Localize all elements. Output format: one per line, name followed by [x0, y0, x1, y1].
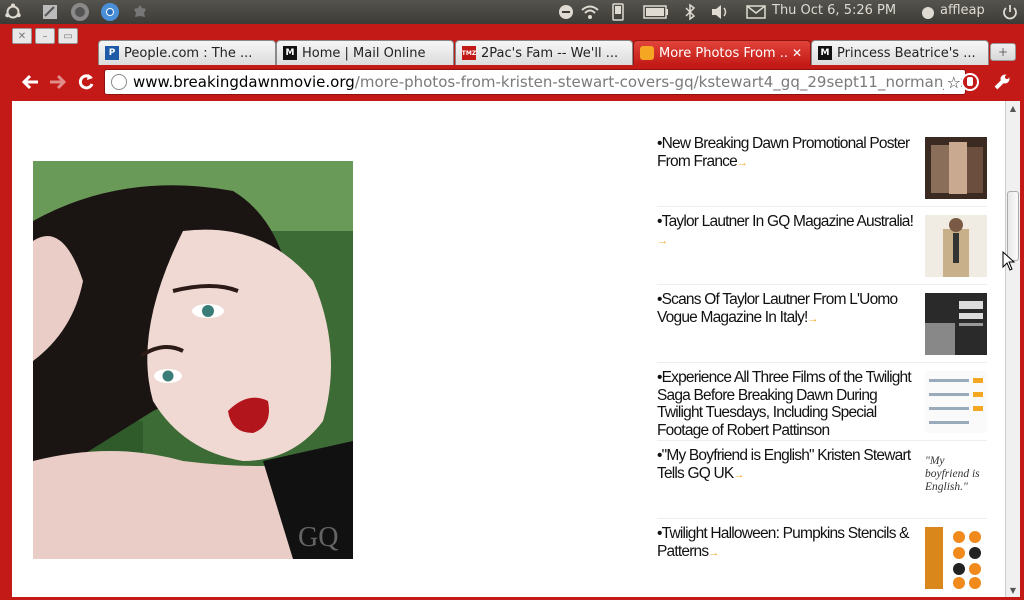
arrow-icon: → [807, 312, 819, 325]
tab-princess-beatrice[interactable]: M Princess Beatrice's ... [811, 40, 989, 65]
related-post-thumbnail[interactable] [925, 527, 987, 589]
volume-icon[interactable] [710, 2, 730, 22]
tab-tmz[interactable]: TMZ 2Pac's Fam -- We'll ... [455, 40, 633, 65]
back-button[interactable] [18, 70, 42, 94]
main-photo[interactable]: GQ [33, 161, 353, 559]
username[interactable]: affleap [940, 3, 985, 18]
globe-icon [111, 74, 127, 90]
record-icon[interactable] [556, 2, 576, 22]
related-post[interactable]: •New Breaking Dawn Promotional Poster Fr… [657, 129, 987, 207]
related-post[interactable]: •Experience All Three Films of the Twili… [657, 363, 987, 441]
vertical-scrollbar[interactable]: ▲ ▼ [1005, 101, 1020, 597]
related-post[interactable]: •"My Boyfriend is English" Kristen Stewa… [657, 441, 987, 519]
chromium-icon[interactable] [100, 2, 120, 22]
scroll-down-arrow-icon[interactable]: ▼ [1006, 583, 1020, 597]
wifi-icon[interactable] [580, 2, 600, 22]
reload-button[interactable] [74, 70, 98, 94]
related-post[interactable]: •Twilight Halloween: Pumpkins Stencils &… [657, 519, 987, 597]
tab-more-photos[interactable]: More Photos From ... ✕ [633, 40, 811, 65]
tmz-favicon-icon: TMZ [462, 46, 476, 60]
bluetooth-icon[interactable] [680, 2, 700, 22]
settings-icon[interactable] [130, 2, 150, 22]
tab-label: Home | Mail Online [302, 45, 426, 61]
related-post[interactable]: •Taylor Lautner In GQ Magazine Australia… [657, 207, 987, 285]
new-tab-button[interactable]: + [990, 43, 1016, 61]
wrench-menu-button[interactable] [990, 70, 1014, 94]
related-post-title[interactable]: •Scans Of Taylor Lautner From L'Uomo Vog… [657, 291, 919, 328]
mail-icon[interactable] [745, 2, 767, 22]
battery-icon[interactable] [642, 2, 670, 22]
related-posts-list: •New Breaking Dawn Promotional Poster Fr… [657, 129, 987, 597]
forward-button[interactable] [46, 70, 70, 94]
arrow-icon: → [657, 234, 668, 247]
top-panel: Thu Oct 6, 5:26 PM affleap [0, 0, 1024, 24]
arrow-icon: → [733, 468, 744, 481]
related-post-title[interactable]: •Taylor Lautner In GQ Magazine Australia… [657, 213, 919, 250]
people-favicon-icon: P [105, 46, 119, 60]
back-arrow-icon [21, 74, 38, 90]
phone-icon[interactable] [608, 2, 628, 22]
related-post-thumbnail[interactable] [925, 215, 987, 277]
reload-icon [78, 74, 94, 90]
plus-icon: + [997, 45, 1009, 59]
related-post[interactable]: •Scans Of Taylor Lautner From L'Uomo Vog… [657, 285, 987, 363]
tab-people[interactable]: P People.com : The ... [98, 40, 276, 65]
tab-label: Princess Beatrice's ... [837, 45, 976, 61]
url-path: /more-photos-from-kristen-stewart-covers… [354, 73, 966, 91]
power-icon[interactable] [1000, 2, 1020, 22]
address-bar[interactable]: www.breakingdawnmovie.org/more-photos-fr… [104, 69, 966, 95]
wrench-icon [994, 74, 1010, 90]
hand-stop-icon [961, 73, 979, 91]
related-post-title[interactable]: •New Breaking Dawn Promotional Poster Fr… [657, 135, 919, 172]
url-host: www.breakingdawnmovie.org [133, 73, 355, 91]
mail-online-favicon-icon: M [283, 46, 297, 60]
gq-watermark: GQ [298, 522, 338, 553]
ubuntu-logo-icon[interactable] [3, 2, 23, 22]
tab-close-icon[interactable]: ✕ [792, 46, 804, 60]
related-post-title[interactable]: •Experience All Three Films of the Twili… [657, 369, 919, 441]
page-content: GQ •New Breaking Dawn Promotional Poster… [12, 101, 1005, 597]
text-editor-icon[interactable] [40, 2, 60, 22]
tab-label: People.com : The ... [124, 45, 253, 61]
tab-mail-online[interactable]: M Home | Mail Online [276, 40, 454, 65]
mouse-cursor-icon [1002, 251, 1016, 271]
quote-thumbnail-text: "My boyfriend is English." [925, 455, 980, 493]
extension-button[interactable] [958, 70, 982, 94]
arrow-icon: → [736, 156, 748, 169]
arrow-icon: → [708, 546, 719, 559]
user-icon[interactable] [918, 2, 938, 22]
tab-label: More Photos From ... [659, 45, 788, 61]
clock[interactable]: Thu Oct 6, 5:26 PM [772, 3, 896, 18]
tab-label: 2Pac's Fam -- We'll ... [481, 45, 619, 61]
toolbar: www.breakingdawnmovie.org/more-photos-fr… [12, 65, 1020, 99]
related-post-title[interactable]: •Twilight Halloween: Pumpkins Stencils &… [657, 525, 919, 562]
scroll-up-arrow-icon[interactable]: ▲ [1006, 101, 1020, 115]
portrait-image: GQ [33, 161, 353, 559]
related-post-thumbnail[interactable] [925, 371, 987, 433]
breaking-dawn-favicon-icon [640, 46, 654, 60]
related-post-title[interactable]: •"My Boyfriend is English" Kristen Stewa… [657, 447, 919, 484]
related-post-thumbnail[interactable] [925, 293, 987, 355]
tab-strip: P People.com : The ... M Home | Mail Onl… [0, 40, 1024, 65]
related-post-thumbnail[interactable]: "My boyfriend is English." [925, 449, 987, 511]
related-post-thumbnail[interactable] [925, 137, 987, 199]
forward-arrow-icon [50, 74, 67, 90]
mail-online-favicon-icon: M [818, 46, 832, 60]
firefox-icon[interactable] [70, 2, 90, 22]
